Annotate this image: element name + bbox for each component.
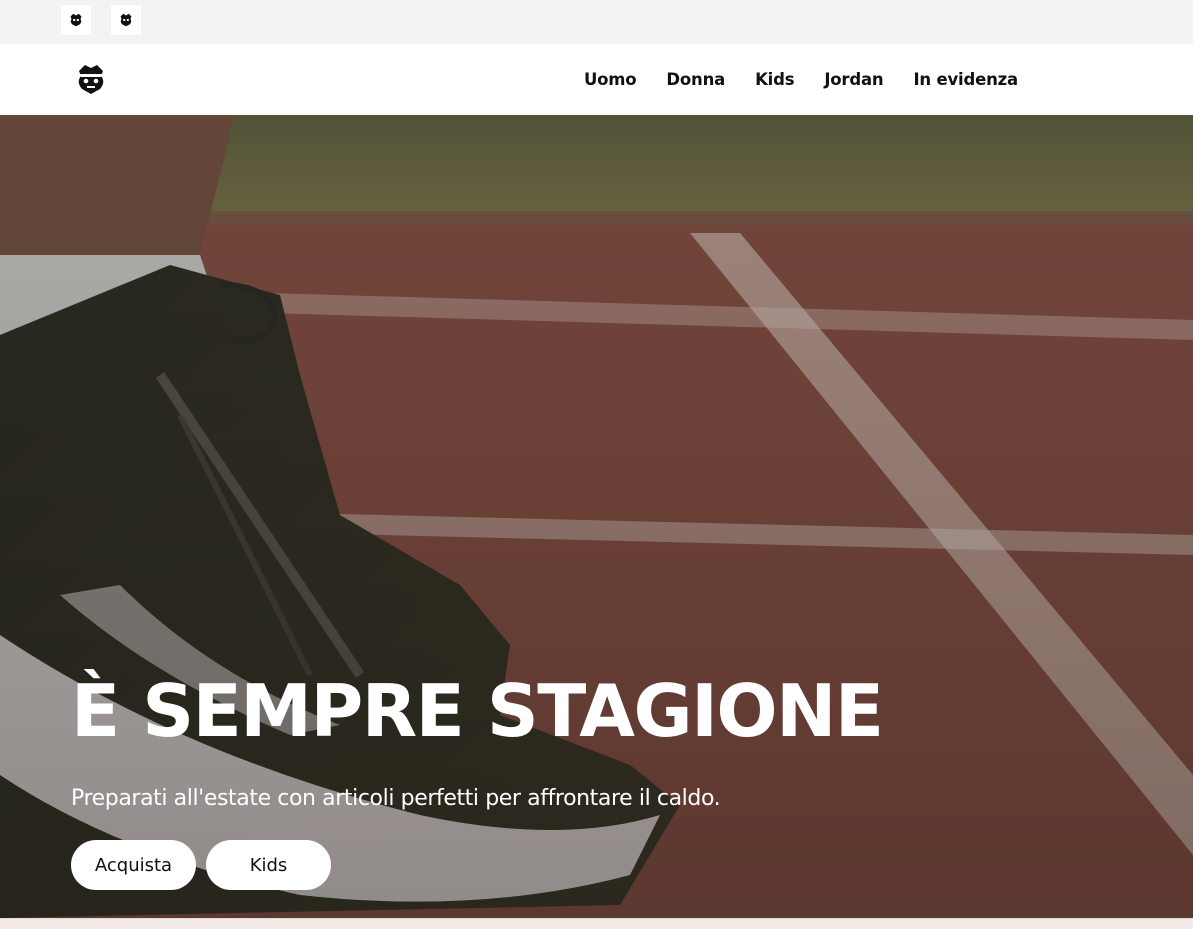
top-utility-bar (0, 0, 1193, 44)
nav-link-in-evidenza[interactable]: In evidenza (913, 70, 1018, 89)
hero-subtitle: Preparati all'estate con articoli perfet… (71, 786, 721, 811)
brand-logo-icon[interactable] (61, 5, 91, 35)
primary-nav: Uomo Donna Kids Jordan In evidenza (584, 44, 1018, 115)
hero-title: È SEMPRE STAGIONE (71, 669, 884, 753)
kids-button[interactable]: Kids (206, 840, 331, 890)
nav-link-kids[interactable]: Kids (755, 70, 794, 89)
shop-button[interactable]: Acquista (71, 840, 196, 890)
nav-link-donna[interactable]: Donna (666, 70, 725, 89)
nav-link-jordan[interactable]: Jordan (824, 70, 883, 89)
nav-link-uomo[interactable]: Uomo (584, 70, 637, 89)
brand-logo-icon[interactable] (111, 5, 141, 35)
next-section-edge (0, 918, 1193, 929)
brand-logo-icon[interactable] (70, 59, 112, 99)
hero-banner[interactable]: È SEMPRE STAGIONE Preparati all'estate c… (0, 115, 1193, 918)
main-navbar: Uomo Donna Kids Jordan In evidenza (0, 44, 1193, 115)
